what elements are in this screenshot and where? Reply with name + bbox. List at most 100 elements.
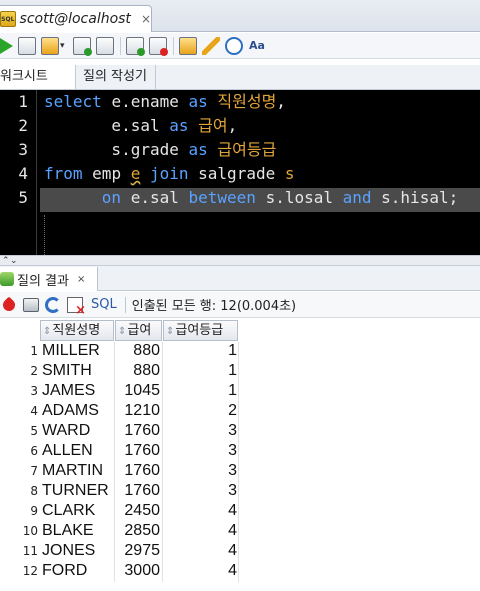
results-grid[interactable]: ⇕직원성명 ⇕급여 ⇕급여등급 1 MILLER 880 1 2 SMITH 880 1 3 JA… <box>0 319 480 591</box>
salary-cell[interactable]: 1760 <box>116 461 160 481</box>
grade-cell[interactable]: 1 <box>164 361 237 381</box>
table-row[interactable]: 5 WARD 1760 3 <box>0 421 240 441</box>
salary-cell[interactable]: 2850 <box>116 521 160 541</box>
name-cell[interactable]: FORD <box>42 561 114 581</box>
code-line-3[interactable]: s.grade as 급여등급 <box>44 138 276 162</box>
salary-cell[interactable]: 3000 <box>116 561 160 581</box>
code-line-5[interactable]: on e.sal between s.losal and s.hisal; <box>44 186 458 210</box>
row-number-cell[interactable]: 7 <box>0 461 38 481</box>
table-row[interactable]: 10 BLAKE 2850 4 <box>0 521 240 541</box>
close-results-icon[interactable]: × <box>77 274 85 285</box>
grade-cell[interactable]: 4 <box>164 561 237 581</box>
code-line-1[interactable]: select e.ename as 직원성명, <box>44 90 286 114</box>
row-number-cell[interactable]: 2 <box>0 361 38 381</box>
table-row[interactable]: 3 JAMES 1045 1 <box>0 381 240 401</box>
row-number-cell[interactable]: 6 <box>0 441 38 461</box>
row-number-cell[interactable]: 12 <box>0 561 38 581</box>
close-tab-icon[interactable]: × <box>141 12 151 26</box>
refresh-icon[interactable] <box>45 296 61 313</box>
salary-cell[interactable]: 880 <box>116 341 160 361</box>
collapse-down-icon[interactable]: ⌄ <box>10 256 18 266</box>
salary-cell[interactable]: 1760 <box>116 421 160 441</box>
name-cell[interactable]: ALLEN <box>42 441 114 461</box>
unshared-sql-icon[interactable] <box>179 36 197 55</box>
name-cell[interactable]: BLAKE <box>42 521 114 541</box>
grade-cell[interactable]: 3 <box>164 461 237 481</box>
table-row[interactable]: 2 SMITH 880 1 <box>0 361 240 381</box>
grade-cell[interactable]: 4 <box>164 541 237 561</box>
autotrace-icon[interactable] <box>41 36 59 55</box>
grade-cell[interactable]: 3 <box>164 441 237 461</box>
name-cell[interactable]: ADAMS <box>42 401 114 421</box>
salary-cell[interactable]: 2450 <box>116 501 160 521</box>
pin-icon[interactable] <box>0 296 18 313</box>
row-number-cell[interactable]: 9 <box>0 501 38 521</box>
table-row[interactable]: 12 FORD 3000 4 <box>0 561 240 581</box>
tab-query-result[interactable]: 질의 결과 × <box>0 267 98 291</box>
code-line-2[interactable]: e.sal as 급여, <box>44 114 237 138</box>
row-number-cell[interactable]: 8 <box>0 481 38 501</box>
rollback-icon[interactable] <box>149 36 168 56</box>
salary-cell[interactable]: 1760 <box>116 441 160 461</box>
grade-cell[interactable]: 4 <box>164 521 237 541</box>
table-row[interactable]: 11 JONES 2975 4 <box>0 541 240 561</box>
sql-history-icon[interactable] <box>225 36 243 55</box>
row-number-cell[interactable]: 3 <box>0 381 38 401</box>
name-cell[interactable]: MARTIN <box>42 461 114 481</box>
table-row[interactable]: 8 TURNER 1760 3 <box>0 481 240 501</box>
delete-rows-icon[interactable] <box>67 296 86 318</box>
table-row[interactable]: 7 MARTIN 1760 3 <box>0 461 240 481</box>
sort-icon[interactable]: ⇕ <box>166 326 174 337</box>
sort-icon[interactable]: ⇕ <box>118 326 126 337</box>
name-cell[interactable]: JAMES <box>42 381 114 401</box>
name-cell[interactable]: SMITH <box>42 361 114 381</box>
name-cell[interactable]: WARD <box>42 421 114 441</box>
table-row[interactable]: 6 ALLEN 1760 3 <box>0 441 240 461</box>
salary-cell[interactable]: 1760 <box>116 481 160 501</box>
row-number-cell[interactable]: 11 <box>0 541 38 561</box>
table-row[interactable]: 9 CLARK 2450 4 <box>0 501 240 521</box>
row-number-cell[interactable]: 4 <box>0 401 38 421</box>
pane-splitter[interactable]: ⌃ ⌄ <box>0 255 480 266</box>
tab-query-builder[interactable]: 질의 작성기 <box>76 65 156 89</box>
table-row[interactable]: 4 ADAMS 1210 2 <box>0 401 240 421</box>
salary-cell[interactable]: 1045 <box>116 381 160 401</box>
sql-tuning-icon[interactable] <box>96 36 114 55</box>
code-line-4[interactable]: from emp e join salgrade s <box>44 162 295 186</box>
column-header-name[interactable]: ⇕직원성명 <box>40 320 114 341</box>
salary-cell[interactable]: 880 <box>116 361 160 381</box>
column-header-sal[interactable]: ⇕급여 <box>115 320 162 341</box>
name-cell[interactable]: MILLER <box>42 341 114 361</box>
run-script-icon[interactable] <box>18 36 36 55</box>
document-tab[interactable]: SQL scott@localhost × <box>0 5 152 32</box>
grade-cell[interactable]: 1 <box>164 341 237 361</box>
salary-cell[interactable]: 2975 <box>116 541 160 561</box>
grade-cell[interactable]: 3 <box>164 481 237 501</box>
row-number-cell[interactable]: 1 <box>0 341 38 361</box>
clear-icon[interactable] <box>202 36 220 55</box>
row-number-cell[interactable]: 5 <box>0 421 38 441</box>
tab-worksheet[interactable]: 워크시트 <box>0 65 76 89</box>
run-statement-icon[interactable] <box>0 37 13 54</box>
grade-cell[interactable]: 3 <box>164 421 237 441</box>
table-row[interactable]: 1 MILLER 880 1 <box>0 341 240 361</box>
explain-plan-icon[interactable] <box>73 36 92 56</box>
salary-cell[interactable]: 1210 <box>116 401 160 421</box>
row-number-cell[interactable]: 10 <box>0 521 38 541</box>
code-token: e.sal <box>130 188 189 207</box>
grade-cell[interactable]: 2 <box>164 401 237 421</box>
print-icon[interactable] <box>23 297 39 312</box>
grade-cell[interactable]: 1 <box>164 381 237 401</box>
name-cell[interactable]: CLARK <box>42 501 114 521</box>
sort-icon[interactable]: ⇕ <box>43 326 51 337</box>
chevron-down-icon[interactable]: ▾ <box>60 41 68 51</box>
commit-icon[interactable] <box>126 36 145 56</box>
grade-cell[interactable]: 4 <box>164 501 237 521</box>
name-cell[interactable]: TURNER <box>42 481 114 501</box>
sql-editor[interactable]: 1 2 3 4 5 select e.ename as 직원성명, e.sal … <box>0 90 480 255</box>
sql-link[interactable]: SQL <box>91 297 117 312</box>
format-case-icon[interactable]: Aa <box>248 37 266 55</box>
collapse-up-icon[interactable]: ⌃ <box>2 256 10 266</box>
name-cell[interactable]: JONES <box>42 541 114 561</box>
column-header-grade[interactable]: ⇕급여등급 <box>163 320 238 341</box>
